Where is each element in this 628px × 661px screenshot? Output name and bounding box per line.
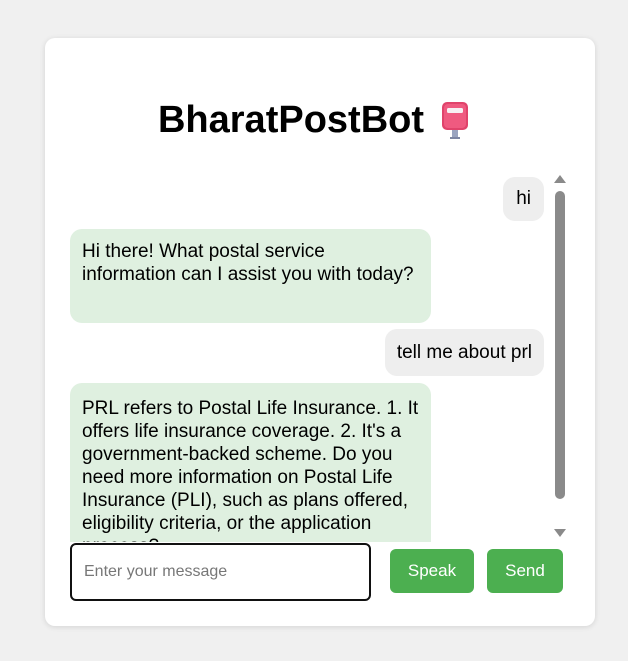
message-text: hi — [516, 188, 531, 209]
send-button[interactable]: Send — [487, 549, 563, 593]
speak-button[interactable]: Speak — [390, 549, 474, 593]
chat-messages[interactable]: hi Hi there! What postal service informa… — [70, 172, 550, 542]
page-title: BharatPostBot — [0, 96, 628, 144]
scroll-thumb[interactable] — [555, 191, 565, 499]
postbox-icon — [440, 100, 470, 140]
message-input[interactable] — [70, 543, 371, 601]
message-text: PRL refers to Postal Life Insurance. 1. … — [82, 398, 419, 542]
message-user: tell me about prl — [384, 329, 544, 376]
message-bot: Hi there! What postal service informatio… — [70, 229, 431, 323]
message-user: hi — [503, 177, 544, 221]
message-text: Hi there! What postal service informatio… — [82, 241, 414, 285]
message-bot: PRL refers to Postal Life Insurance. 1. … — [70, 383, 431, 542]
app-title: BharatPostBot — [157, 99, 425, 141]
chat-scrollbar[interactable] — [552, 172, 568, 542]
scroll-down-arrow-icon[interactable] — [554, 529, 566, 537]
scroll-up-arrow-icon[interactable] — [554, 175, 566, 183]
message-text: tell me about prl — [396, 342, 532, 363]
